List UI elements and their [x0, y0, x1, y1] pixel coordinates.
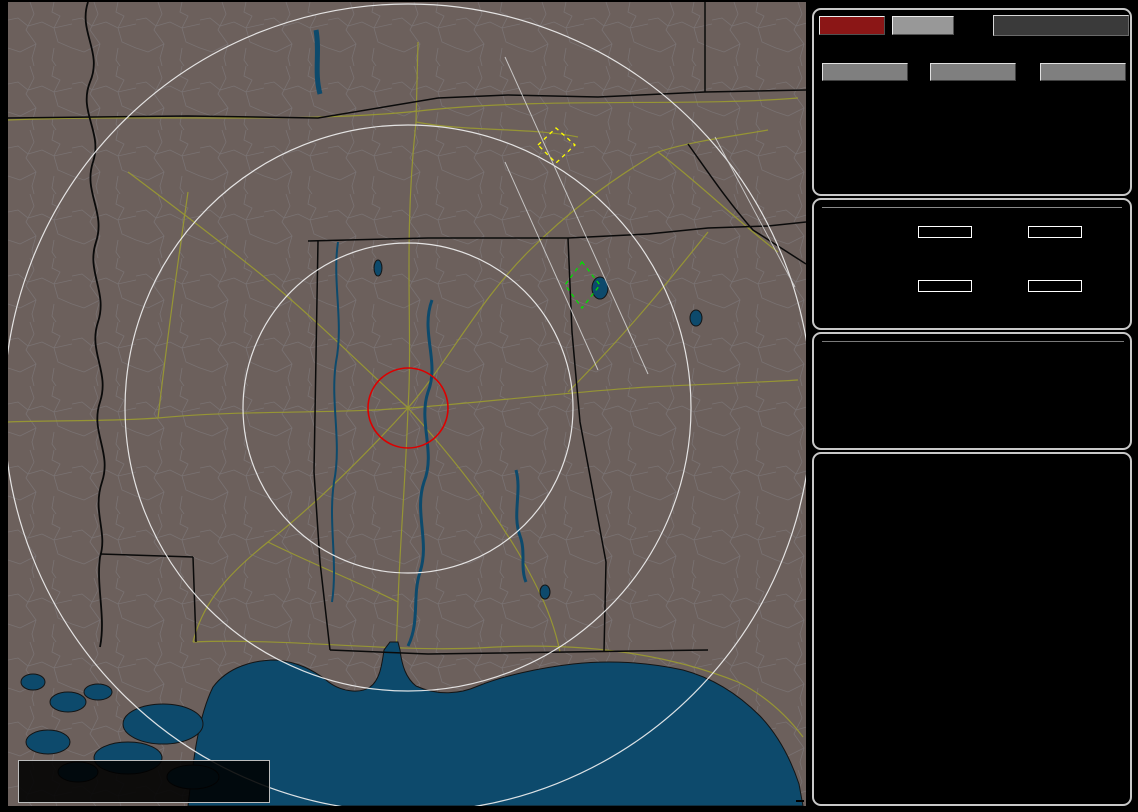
trend-graph[interactable] — [814, 528, 1126, 800]
legend-recent-row — [19, 774, 269, 787]
noise-mode-button[interactable] — [892, 16, 954, 35]
ic-neg-old-icon — [95, 787, 115, 799]
ic-minus-bar-fill — [1029, 281, 1081, 291]
cg-plus-bar — [918, 226, 972, 238]
ic-pos-recent-icon — [153, 774, 173, 786]
legend-header-row — [19, 761, 269, 774]
map-canvas — [8, 2, 806, 806]
strike-mode-button[interactable] — [819, 16, 885, 35]
ic-pos-old-icon — [153, 787, 173, 799]
distribution-title — [822, 204, 1122, 208]
clock-panel — [812, 332, 1132, 450]
ic-plus-bar-fill — [919, 281, 971, 291]
cg-minus-bar-fill — [1029, 227, 1081, 237]
cg-neg-old-icon — [63, 787, 83, 799]
noises-per-min-header[interactable] — [1040, 63, 1126, 81]
distribution-panel — [812, 198, 1132, 330]
ic-neg-recent-icon — [95, 774, 115, 786]
cg-plus-bar-fill — [919, 227, 971, 237]
cg-pos-recent-icon — [122, 774, 142, 786]
trend-panel — [812, 452, 1132, 806]
ic-minus-bar — [1028, 280, 1082, 292]
ic-plus-bar — [918, 280, 972, 292]
legend-old-row — [19, 787, 269, 800]
copyright-text — [796, 800, 804, 802]
strikes-per-min-header[interactable] — [822, 63, 908, 81]
map-legend — [18, 760, 270, 803]
bearing-readout — [993, 15, 1129, 36]
cg-pos-old-icon — [122, 787, 142, 799]
datetime-display — [822, 337, 1124, 342]
cg-minus-bar — [1028, 226, 1082, 238]
radar-map[interactable] — [8, 2, 806, 806]
cg-neg-recent-icon — [63, 774, 83, 786]
close-per-min-header[interactable] — [930, 63, 1016, 81]
status-panel — [812, 8, 1132, 196]
